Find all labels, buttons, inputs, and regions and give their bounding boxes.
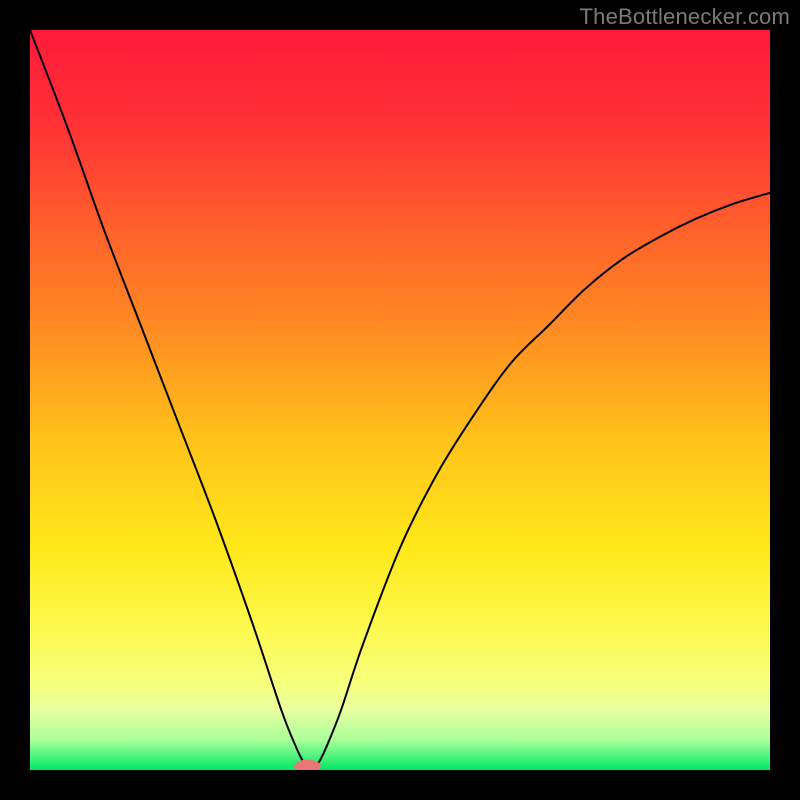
watermark-text: TheBottlenecker.com [580, 4, 790, 30]
chart-background [30, 30, 770, 770]
bottleneck-chart [30, 30, 770, 770]
chart-frame: TheBottlenecker.com [0, 0, 800, 800]
